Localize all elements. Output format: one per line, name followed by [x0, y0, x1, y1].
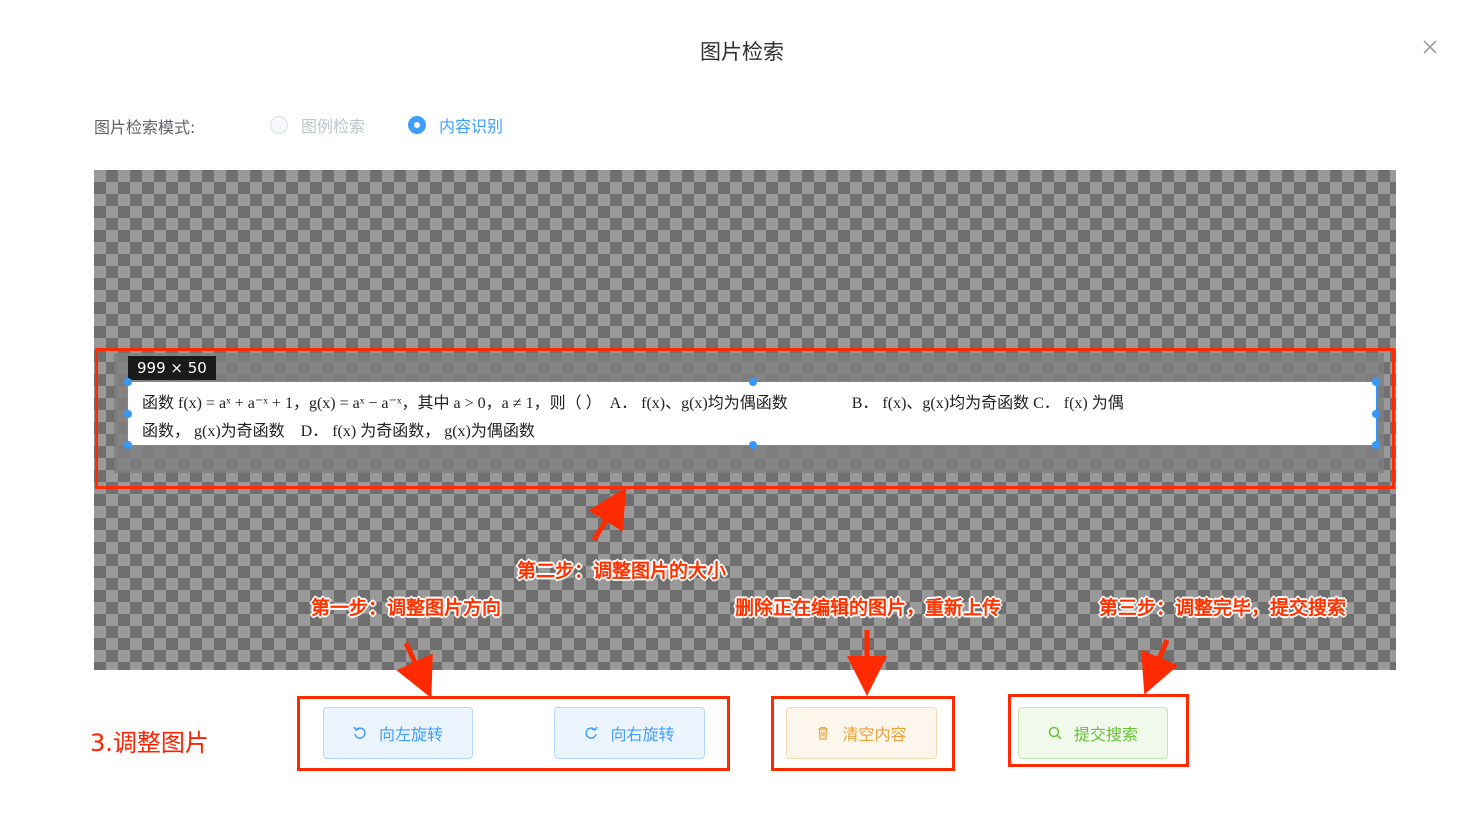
annotation-step1: 第一步：调整图片方向 [311, 597, 502, 619]
submit-search-label: 提交搜索 [1073, 725, 1138, 744]
close-icon[interactable] [1420, 37, 1440, 57]
annotation-frame-crop [95, 348, 1395, 489]
annotation-delete: 删除正在编辑的图片，重新上传 [735, 597, 1002, 619]
clear-content-button[interactable]: 清空内容 [786, 707, 937, 759]
radio-label: 图例检索 [301, 117, 366, 136]
radio-content-recognition[interactable]: 内容识别 [408, 113, 503, 137]
dialog-title: 图片检索 [700, 40, 784, 64]
trash-icon [818, 726, 829, 740]
rotate-right-button[interactable]: 向右旋转 [554, 707, 705, 759]
rotate-right-label: 向右旋转 [610, 725, 675, 744]
search-icon [1048, 726, 1062, 740]
radio-dot [408, 116, 426, 134]
submit-search-button[interactable]: 提交搜索 [1018, 707, 1168, 759]
rotate-left-icon [353, 726, 366, 739]
annotation-step2: 第二步：调整图片的大小 [517, 560, 727, 582]
rotate-left-label: 向左旋转 [378, 725, 443, 744]
rotate-left-button[interactable]: 向左旋转 [323, 707, 473, 759]
radio-dot [270, 116, 288, 134]
radio-label: 内容识别 [439, 117, 504, 136]
annotation-step3: 第三步：调整完毕，提交搜索 [1099, 597, 1347, 619]
side-label: 3.调整图片 [90, 729, 209, 757]
rotate-right-icon [585, 726, 599, 739]
mode-label: 图片检索模式: [94, 118, 196, 137]
radio-legend-search[interactable]: 图例检索 [270, 113, 365, 137]
clear-content-label: 清空内容 [842, 725, 907, 744]
